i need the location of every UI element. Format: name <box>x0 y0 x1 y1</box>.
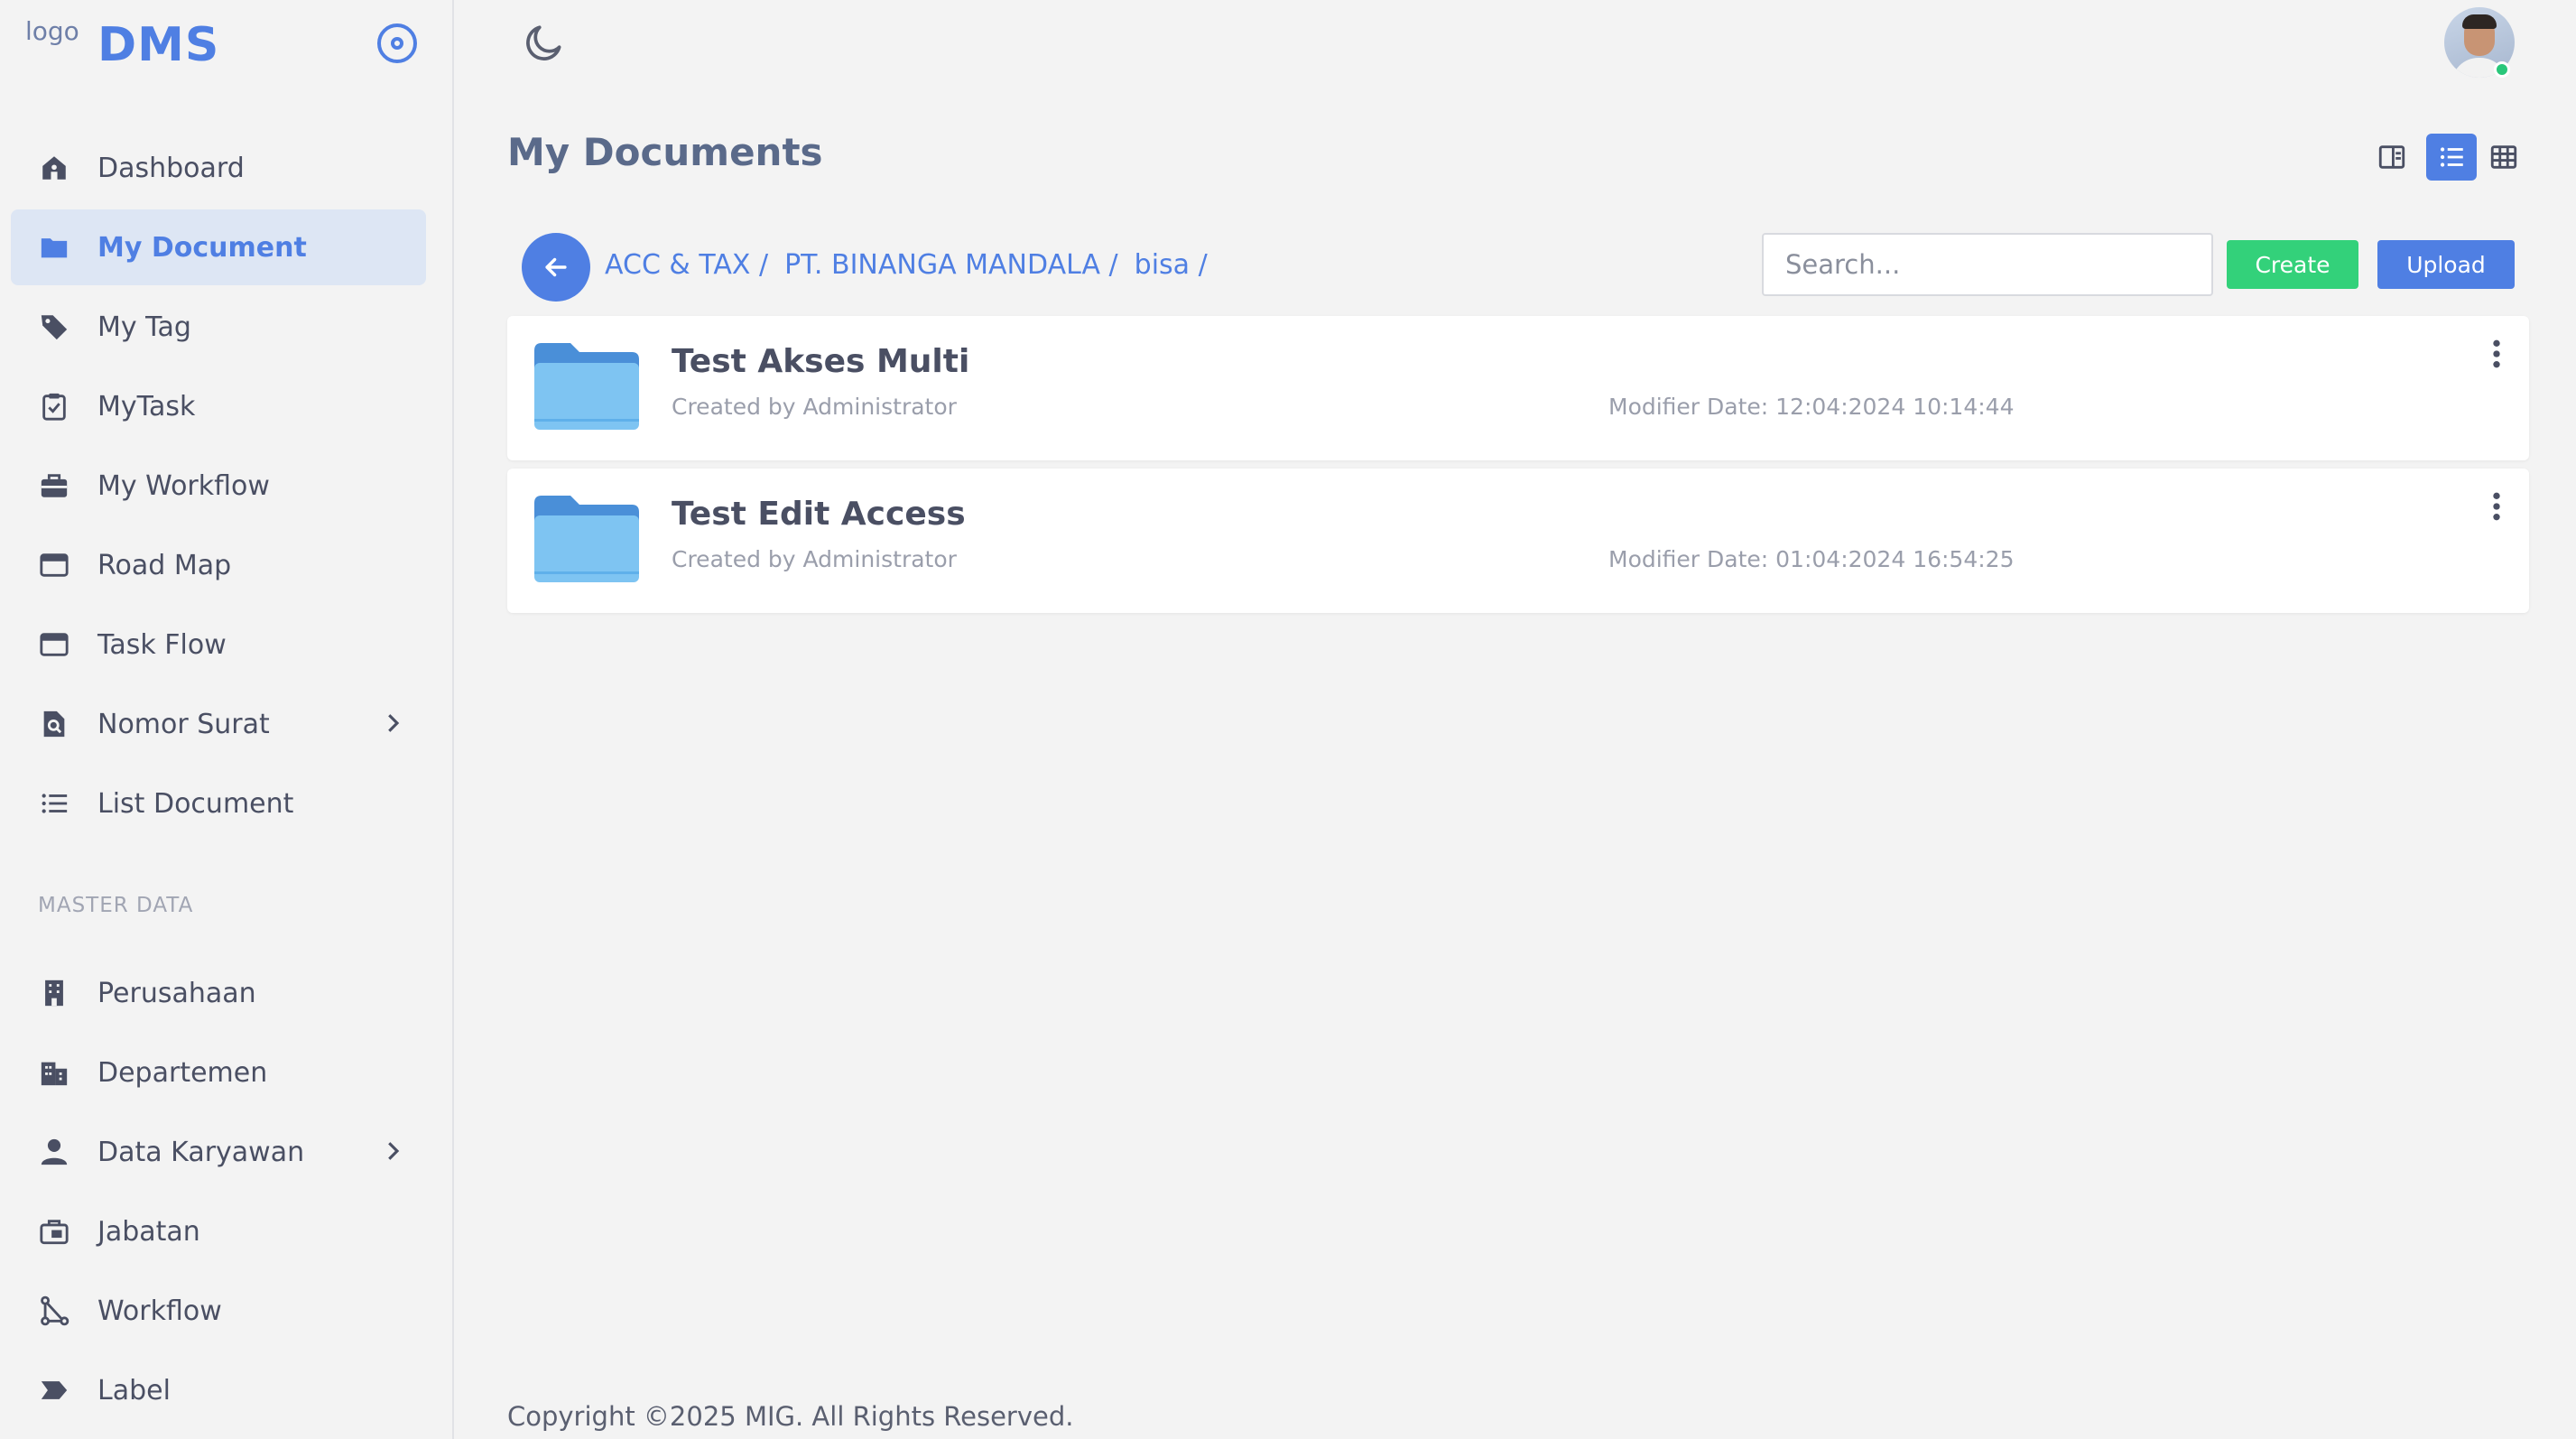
sidebar-item-label: My Document <box>97 231 307 264</box>
sidebar-item-label: Road Map <box>97 549 232 581</box>
breadcrumb-item[interactable]: ACC & TAX / <box>605 249 768 281</box>
label-icon <box>38 1374 70 1407</box>
document-modified-date: Modifier Date: 01:04:2024 16:54:25 <box>1608 546 2015 572</box>
sidebar-item-label: MyTask <box>97 390 196 422</box>
sidebar-item-label: Workflow <box>97 1295 222 1327</box>
folder-icon <box>534 496 639 582</box>
sidebar: logo DMS Dashboard My Document My Tag My… <box>0 0 454 1439</box>
folder-icon <box>38 231 70 264</box>
sidebar-item-my-tag[interactable]: My Tag <box>11 289 426 365</box>
chevron-right-icon <box>388 714 400 732</box>
tag-icon <box>38 311 70 343</box>
document-list: Test Akses Multi Created by Administrato… <box>507 316 2529 621</box>
brand[interactable]: logo DMS <box>25 16 219 74</box>
sidebar-item-dashboard[interactable]: Dashboard <box>11 130 426 206</box>
more-options-icon[interactable] <box>2488 336 2506 372</box>
sidebar-item-data-karyawan[interactable]: Data Karyawan <box>11 1114 426 1190</box>
search-input[interactable] <box>1762 233 2213 296</box>
sidebar-item-label-menu[interactable]: Label <box>11 1352 426 1428</box>
upload-button[interactable]: Upload <box>2377 240 2515 289</box>
chevron-right-icon <box>388 1142 400 1160</box>
breadcrumb-item[interactable]: PT. BINANGA MANDALA / <box>784 249 1118 281</box>
buildings-icon <box>38 1056 70 1089</box>
sidebar-item-label: Jabatan <box>97 1215 200 1248</box>
arrow-left-icon <box>545 257 567 277</box>
sidebar-item-departemen[interactable]: Departemen <box>11 1035 426 1110</box>
document-search-icon <box>38 708 70 740</box>
sidebar-item-my-workflow[interactable]: My Workflow <box>11 448 426 524</box>
list-item[interactable]: Test Edit Access Created by Administrato… <box>507 469 2529 613</box>
target-icon <box>391 37 403 50</box>
sidebar-item-task-flow[interactable]: Task Flow <box>11 607 426 682</box>
window-icon <box>38 628 70 661</box>
document-name[interactable]: Test Akses Multi <box>672 343 969 380</box>
sidebar-item-list-document[interactable]: List Document <box>11 766 426 841</box>
table-grid-icon <box>2490 145 2517 169</box>
sidebar-item-label: Label <box>97 1374 171 1407</box>
briefcase-icon <box>38 469 70 502</box>
sidebar-item-label: Task Flow <box>97 628 227 661</box>
sidebar-item-nomor-surat[interactable]: Nomor Surat <box>11 686 426 762</box>
sidebar-item-perusahaan[interactable]: Perusahaan <box>11 955 426 1031</box>
building-icon <box>38 977 70 1009</box>
split-view-icon <box>2378 145 2405 169</box>
create-button[interactable]: Create <box>2227 240 2358 289</box>
back-button[interactable] <box>522 233 590 302</box>
sidebar-item-label: List Document <box>97 787 294 820</box>
section-label-master-data: MASTER DATA <box>38 894 194 917</box>
sidebar-item-my-document[interactable]: My Document <box>11 209 426 285</box>
person-icon <box>38 1136 70 1168</box>
document-creator: Created by Administrator <box>672 546 957 572</box>
list-icon <box>38 787 70 820</box>
breadcrumb-item[interactable]: bisa / <box>1135 249 1208 281</box>
flow-icon <box>38 1295 70 1327</box>
master-data-nav: Perusahaan Departemen Data Karyawan Jaba… <box>11 955 426 1432</box>
sidebar-item-jabatan[interactable]: Jabatan <box>11 1193 426 1269</box>
main-nav: Dashboard My Document My Tag MyTask My W… <box>11 130 426 845</box>
footer-copyright: Copyright ©2025 MIG. All Rights Reserved… <box>507 1401 1074 1432</box>
document-creator: Created by Administrator <box>672 394 957 420</box>
sidebar-item-road-map[interactable]: Road Map <box>11 527 426 603</box>
list-view-button[interactable] <box>2426 134 2477 181</box>
document-name[interactable]: Test Edit Access <box>672 496 966 533</box>
home-icon <box>38 152 70 184</box>
online-status-indicator <box>2494 61 2510 78</box>
page-title: My Documents <box>507 130 823 174</box>
more-options-icon[interactable] <box>2488 488 2506 525</box>
folder-icon <box>534 343 639 430</box>
sidebar-item-label: Data Karyawan <box>97 1136 305 1168</box>
brand-title: DMS <box>97 18 220 72</box>
sidebar-item-label: Dashboard <box>97 152 245 184</box>
sidebar-item-label: Perusahaan <box>97 977 256 1009</box>
clipboard-check-icon <box>38 390 70 422</box>
split-view-button[interactable] <box>2367 134 2417 181</box>
dark-mode-toggle-moon-icon[interactable] <box>522 20 567 65</box>
list-view-icon <box>2440 147 2463 167</box>
sidebar-item-label: My Tag <box>97 311 191 343</box>
sidebar-item-mytask[interactable]: MyTask <box>11 368 426 444</box>
grid-view-button[interactable] <box>2479 134 2529 181</box>
sidebar-item-label: My Workflow <box>97 469 270 502</box>
window-icon <box>38 549 70 581</box>
sidebar-item-label: Departemen <box>97 1056 268 1089</box>
sidebar-item-workflow[interactable]: Workflow <box>11 1273 426 1349</box>
logo-image: logo <box>25 16 79 46</box>
breadcrumb: ACC & TAX / PT. BINANGA MANDALA / bisa / <box>605 249 1224 281</box>
document-modified-date: Modifier Date: 12:04:2024 10:14:44 <box>1608 394 2015 420</box>
briefcase-outline-icon <box>38 1215 70 1248</box>
sidebar-collapse-button[interactable] <box>377 23 417 63</box>
sidebar-item-label: Nomor Surat <box>97 708 270 740</box>
list-item[interactable]: Test Akses Multi Created by Administrato… <box>507 316 2529 460</box>
